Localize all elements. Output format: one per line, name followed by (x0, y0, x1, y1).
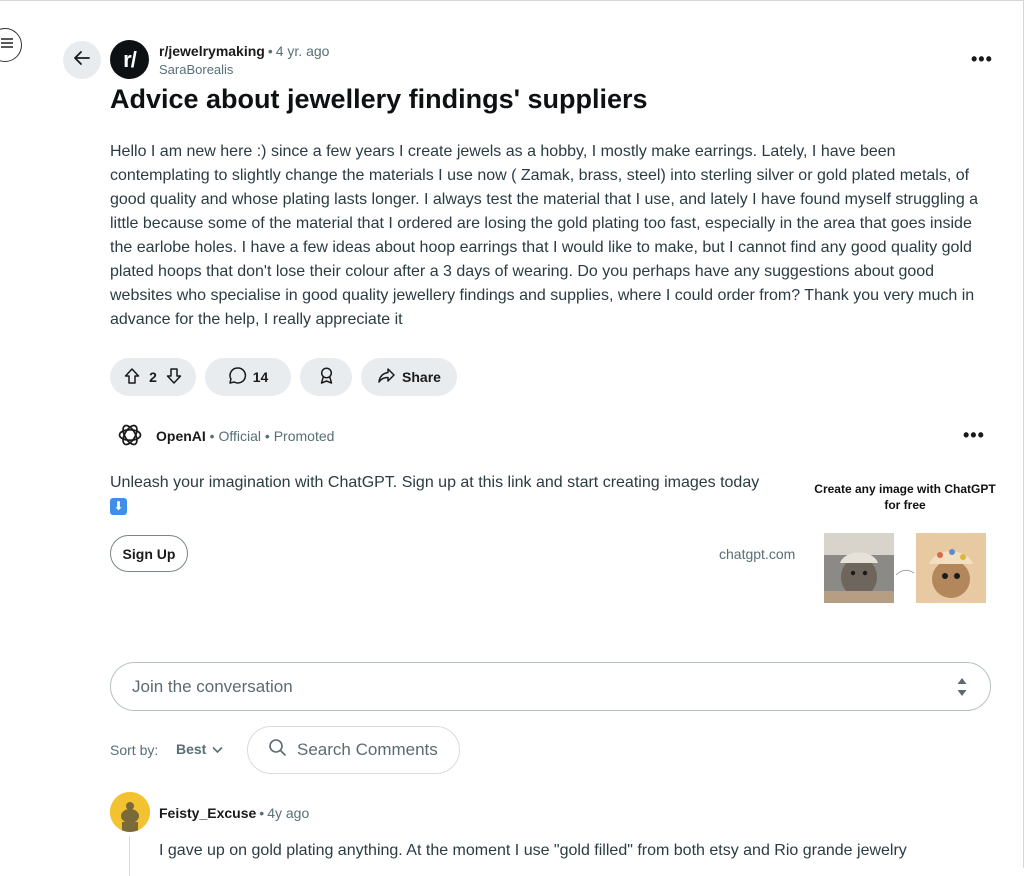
official-label: Official (218, 428, 262, 444)
back-button[interactable] (63, 41, 101, 79)
advertiser-name[interactable]: OpenAI (156, 428, 206, 444)
promo-text: Unleash your imagination with ChatGPT. S… (110, 471, 810, 519)
promo-meta: OpenAI • Official • Promoted (156, 428, 334, 444)
subreddit-avatar[interactable]: r/ (110, 40, 149, 79)
comments-button[interactable]: 14 (205, 358, 291, 396)
chevron-down-icon (212, 741, 223, 757)
down-arrow-emoji: ⬇ (110, 498, 127, 516)
separator-dot: • (205, 428, 219, 444)
promo-text-body: Unleash your imagination with ChatGPT. S… (110, 474, 760, 491)
join-conversation-box[interactable] (110, 662, 991, 711)
comment-input[interactable] (130, 675, 910, 699)
comment-bubble-icon (228, 366, 247, 388)
post-body: Hello I am new here :) since a few years… (110, 143, 979, 328)
openai-logo[interactable] (116, 421, 144, 449)
bunny-photo-original (824, 533, 894, 603)
menu-icon (1, 36, 13, 54)
search-comments-placeholder: Search Comments (297, 740, 438, 759)
sort-label: Sort by: (110, 742, 159, 758)
arrow-down-icon (165, 367, 183, 388)
post-age: 4 yr. ago (275, 43, 330, 59)
search-comments-box[interactable]: Search Comments (247, 726, 460, 774)
commenter-username[interactable]: Feisty_Excuse (159, 805, 256, 821)
arrow-left-icon (73, 49, 91, 72)
separator-dot: • (261, 428, 274, 444)
comment-thread-line[interactable] (129, 836, 130, 876)
comment-age: 4y ago (267, 805, 310, 821)
subreddit-link[interactable]: r/jewelrymaking (159, 43, 265, 59)
award-button[interactable] (300, 358, 352, 396)
more-horizontal-icon: ••• (971, 49, 993, 69)
comment-body: I gave up on gold plating anything. At t… (159, 842, 907, 859)
promo-more-options[interactable]: ••• (963, 425, 985, 446)
post-author[interactable]: SaraBorealis (159, 62, 233, 77)
comment-meta: Feisty_Excuse • 4y ago (159, 805, 309, 821)
vote-count: 2 (149, 369, 157, 385)
comment-count: 14 (252, 369, 269, 385)
post-actions: 2 14 Share (110, 358, 457, 396)
sort-dropdown[interactable]: Best (176, 741, 223, 757)
share-button[interactable]: Share (361, 358, 457, 396)
arrow-up-icon (123, 367, 141, 388)
promo-domain-link[interactable]: chatgpt.com (719, 546, 795, 562)
bunny-photo-generated (916, 533, 986, 603)
separator-dot: • (259, 805, 265, 821)
resize-handle-icon[interactable] (956, 676, 968, 703)
search-icon (268, 738, 287, 762)
commenter-avatar[interactable] (110, 792, 150, 832)
sort-value: Best (176, 741, 207, 757)
promo-image[interactable]: Create any image with ChatGPT for free (810, 471, 1000, 636)
award-icon (317, 366, 336, 388)
more-horizontal-icon: ••• (963, 425, 985, 445)
separator-dot: • (267, 43, 273, 59)
post-more-options[interactable]: ••• (971, 49, 993, 70)
promoted-label: Promoted (273, 428, 335, 444)
share-label: Share (402, 369, 441, 385)
sign-up-button[interactable]: Sign Up (110, 535, 188, 572)
share-arrow-icon (377, 366, 396, 388)
post-title: Advice about jewellery findings' supplie… (110, 84, 648, 114)
downvote-button[interactable] (165, 367, 183, 388)
promo-image-caption: Create any image with ChatGPT for free (814, 482, 996, 512)
vote-control: 2 (110, 358, 196, 396)
page-frame (0, 0, 1024, 868)
connector-arrow (895, 565, 915, 583)
upvote-button[interactable] (123, 367, 141, 388)
post-meta: r/jewelrymaking • 4 yr. ago (159, 43, 329, 59)
